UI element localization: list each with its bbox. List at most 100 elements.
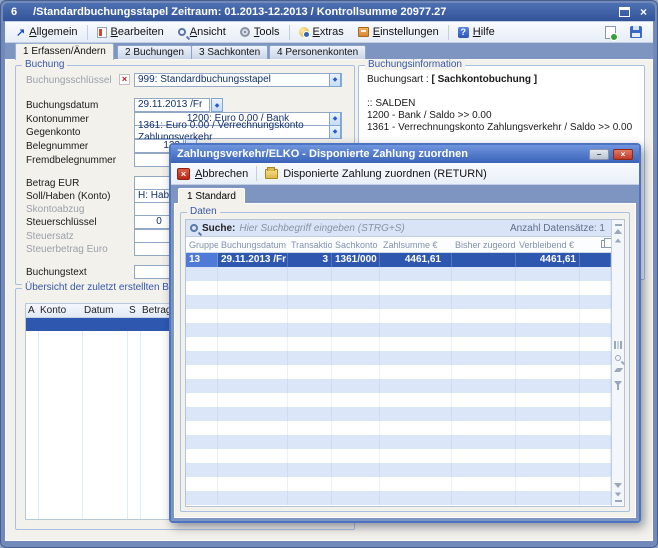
kontonummer-label: Kontonummer xyxy=(26,113,89,126)
dialog-toolbar: × Abbrechen Disponierte Zahlung zuordnen… xyxy=(171,163,639,185)
table-row-empty[interactable] xyxy=(186,295,611,309)
columns-icon[interactable] xyxy=(614,341,622,349)
dialog-table-body: 13 29.11.2013 /Fr 3 1361/000 4461,61 446… xyxy=(186,253,611,506)
menu-ansicht[interactable]: Ansicht xyxy=(171,24,233,40)
buchungsinformation-group-title: Buchungsinformation xyxy=(365,59,465,70)
dialog-close-button[interactable]: × xyxy=(613,149,633,160)
copy-icon[interactable] xyxy=(601,240,608,248)
magnifier-icon xyxy=(178,28,186,36)
table-row-empty[interactable] xyxy=(186,491,611,505)
menu-separator xyxy=(448,25,449,40)
dropdown-spinner-icon[interactable]: ◆ xyxy=(329,73,341,87)
table-row-empty[interactable] xyxy=(186,407,611,421)
save-button[interactable] xyxy=(623,24,649,40)
close-button[interactable]: × xyxy=(640,7,647,17)
scroll-up-icon[interactable] xyxy=(614,229,622,234)
zahlungsverkehr-dialog: Zahlungsverkehr/ELKO - Disponierte Zahlu… xyxy=(169,143,641,523)
dialog-title: Zahlungsverkehr/ELKO - Disponierte Zahlu… xyxy=(177,148,468,160)
table-row-empty[interactable] xyxy=(186,309,611,323)
date-spinner-icon[interactable]: ◆ xyxy=(211,98,223,112)
table-row-empty[interactable] xyxy=(186,463,611,477)
window-title: /Standardbuchungsstapel Zeitraum: 01.201… xyxy=(33,6,446,18)
scroll-down-icon[interactable] xyxy=(614,483,622,488)
table-row-empty[interactable] xyxy=(186,477,611,491)
buchungsart-line: Buchungsart : [ Sachkontobuchung ] xyxy=(367,74,638,86)
table-row-empty[interactable] xyxy=(186,393,611,407)
scroll-bottom-icon[interactable] xyxy=(615,500,622,502)
table-row-empty[interactable] xyxy=(186,323,611,337)
col-transaktion[interactable]: Transaktion xyxy=(288,237,332,252)
scroll-page-up-icon[interactable] xyxy=(615,239,621,243)
record-count: Anzahl Datensätze: 1 xyxy=(510,223,607,234)
table-row-empty[interactable] xyxy=(186,449,611,463)
title-bar: 6 /Standardbuchungsstapel Zeitraum: 01.2… xyxy=(3,3,655,21)
menu-allgemein[interactable]: ↗ Allgemein xyxy=(9,24,85,41)
gear-icon xyxy=(240,27,250,37)
menu-einstellungen[interactable]: Einstellungen xyxy=(351,24,446,40)
buchungsart-value: [ Sachkontobuchung ] xyxy=(432,74,538,85)
new-document-button[interactable] xyxy=(598,24,623,41)
steuerbetrag-label: Steuerbetrag Euro xyxy=(26,243,108,256)
table-row-empty[interactable] xyxy=(186,421,611,435)
daten-panel: Suche: Hier Suchbegriff eingeben (STRG+S… xyxy=(185,219,625,507)
soll-haben-label: Soll/Haben (Konto) xyxy=(26,190,111,203)
filter-icon[interactable] xyxy=(614,381,622,386)
menu-hilfe[interactable]: ? Hilfe xyxy=(451,24,502,40)
col-sachkonto[interactable]: Sachkonto xyxy=(332,237,380,252)
buchungsschluessel-input[interactable]: 999: Standardbuchungsstapel ◆ xyxy=(134,73,342,87)
dialog-title-bar: Zahlungsverkehr/ELKO - Disponierte Zahlu… xyxy=(171,145,639,163)
clear-icon[interactable]: × xyxy=(119,74,130,85)
fremdbelegnummer-label: Fremdbelegnummer xyxy=(26,154,116,167)
toolbar-separator xyxy=(256,166,257,181)
table-row-empty[interactable] xyxy=(186,365,611,379)
tab-erfassen-aendern[interactable]: 1 Erfassen/Ändern xyxy=(15,43,114,60)
tab-personenkonten[interactable]: 4 Personenkonten xyxy=(269,45,366,60)
sort-icon[interactable] xyxy=(614,367,623,375)
table-row-empty[interactable] xyxy=(186,267,611,281)
betrag-eur-label: Betrag EUR xyxy=(26,177,79,190)
search-icon xyxy=(190,224,198,232)
belegnummer-label: Belegnummer xyxy=(26,140,88,153)
buchungsschluessel-label: Buchungsschlüssel xyxy=(26,74,112,87)
gegenkonto-input[interactable]: 1361: Euro 0.00 / Verrechnungskonto Zahl… xyxy=(134,125,342,139)
table-row-empty[interactable] xyxy=(186,281,611,295)
table-row-selected[interactable]: 13 29.11.2013 /Fr 3 1361/000 4461,61 446… xyxy=(186,253,611,267)
buchungsdatum-label: Buchungsdatum xyxy=(26,99,98,112)
col-verbleibend[interactable]: Verbleibend € xyxy=(516,237,580,252)
search-input[interactable]: Hier Suchbegriff eingeben (STRG+S) xyxy=(239,223,404,234)
steuersatz-input[interactable] xyxy=(134,229,172,243)
window-number: 6 xyxy=(11,6,17,18)
search-label: Suche: xyxy=(202,223,235,234)
dialog-tab-standard[interactable]: 1 Standard xyxy=(178,188,245,204)
buchungsdatum-input[interactable]: 29.11.2013 /Fr xyxy=(134,98,210,112)
skontoabzug-label: Skontoabzug xyxy=(26,203,84,216)
table-search-icon[interactable] xyxy=(615,355,621,361)
search-bar[interactable]: Suche: Hier Suchbegriff eingeben (STRG+S… xyxy=(186,220,611,237)
menu-tools[interactable]: Tools xyxy=(233,24,287,40)
table-row-empty[interactable] xyxy=(186,379,611,393)
dialog-content: Daten Suche: Hier Suchbegriff eingeben (… xyxy=(174,203,636,518)
assign-button[interactable]: Disponierte Zahlung zuordnen (RETURN) xyxy=(283,168,487,180)
dialog-aux-button[interactable]: − xyxy=(589,149,609,160)
tab-buchungen[interactable]: 2 Buchungen xyxy=(117,45,192,60)
col-bisher-zugeordnet[interactable]: Bisher zugeordnet xyxy=(452,237,516,252)
table-row-empty[interactable] xyxy=(186,351,611,365)
settings-icon xyxy=(358,27,369,37)
cancel-button[interactable]: Abbrechen xyxy=(195,168,248,180)
table-row-empty[interactable] xyxy=(186,435,611,449)
menu-extras[interactable]: Extras xyxy=(292,24,351,40)
menu-bearbeiten[interactable]: Bearbeiten xyxy=(90,24,171,40)
salden-header: :: SALDEN xyxy=(367,98,638,110)
steuerschluessel-label: Steuerschlüssel xyxy=(26,216,97,229)
table-row-empty[interactable] xyxy=(186,337,611,351)
col-zahlsumme[interactable]: Zahlsumme € xyxy=(380,237,452,252)
scroll-page-down-icon[interactable] xyxy=(615,493,621,497)
table-scroll-rail xyxy=(611,220,624,506)
restore-button[interactable] xyxy=(619,7,630,17)
dropdown-spinner-icon[interactable]: ◆ xyxy=(329,125,341,139)
tab-sachkonten[interactable]: 3 Sachkonten xyxy=(191,45,268,60)
assign-icon xyxy=(265,169,278,179)
col-gruppe[interactable]: Gruppe xyxy=(186,237,218,252)
col-buchungsdatum[interactable]: Buchungsdatum xyxy=(218,237,288,252)
scroll-top-icon[interactable] xyxy=(615,224,622,226)
